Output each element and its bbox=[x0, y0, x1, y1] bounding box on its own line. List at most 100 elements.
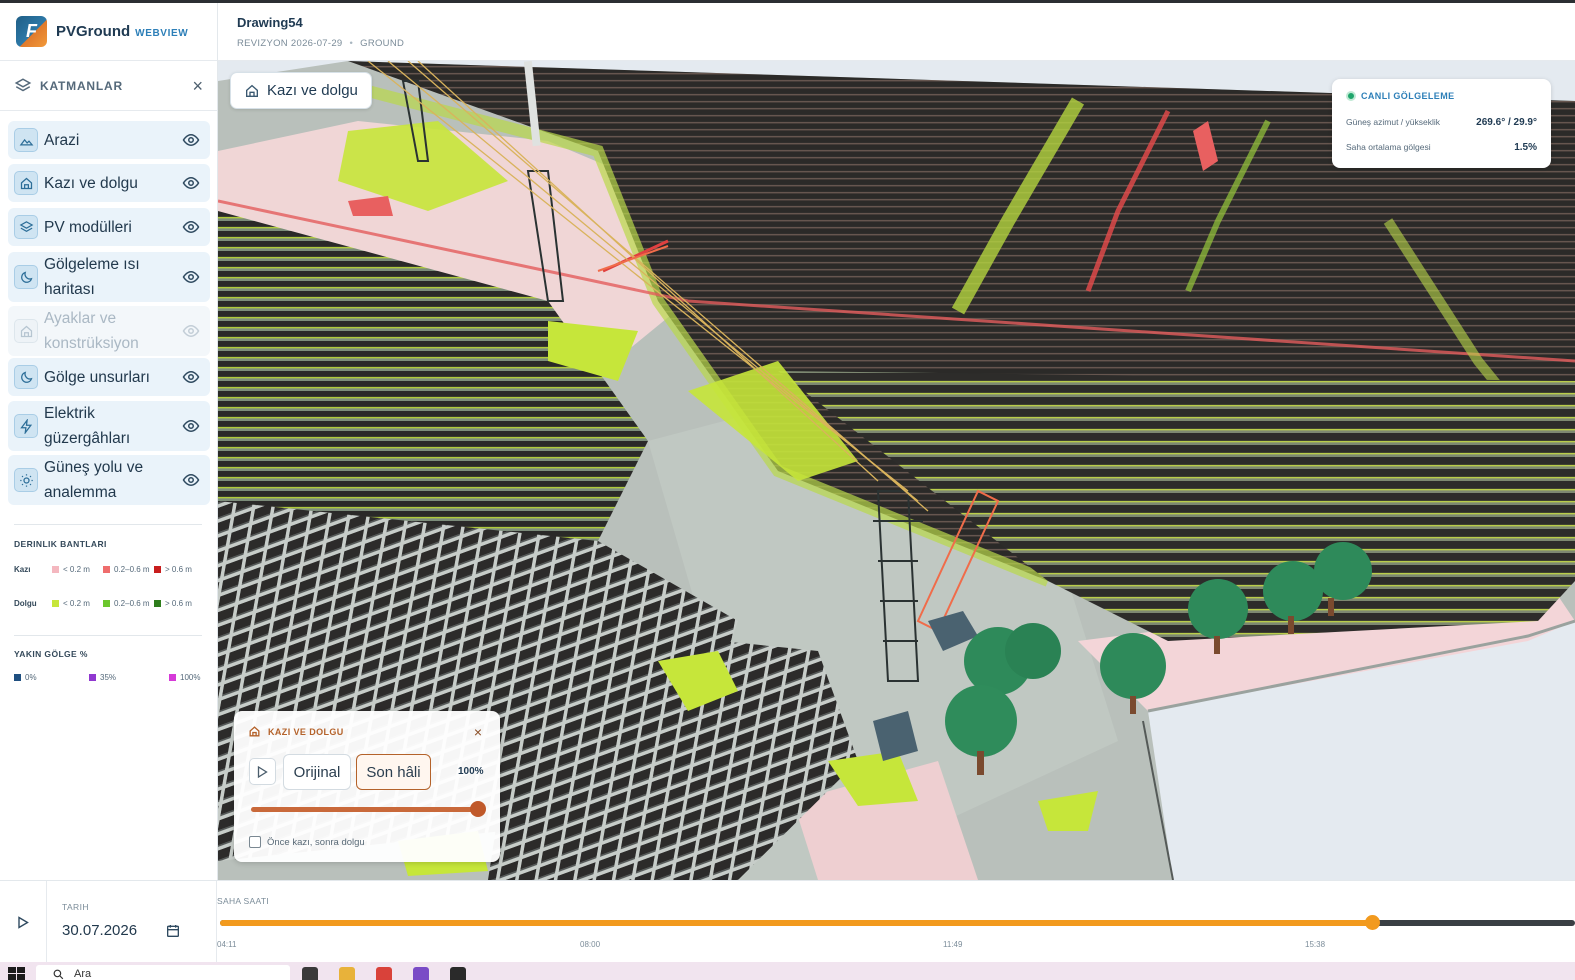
layer-item[interactable]: Kazı ve dolgu bbox=[8, 164, 210, 202]
legend-swatch bbox=[103, 600, 110, 607]
legend-item: < 0.2 m bbox=[52, 598, 103, 609]
average-shade-value: 1.5% bbox=[1514, 142, 1537, 153]
calendar-icon[interactable] bbox=[165, 923, 181, 939]
layer-item[interactable]: Ayaklar ve konstrüksiyon bbox=[8, 306, 210, 356]
eye-icon[interactable] bbox=[182, 131, 200, 149]
layer-label: Ayaklar ve konstrüksiyon bbox=[44, 310, 139, 352]
document-meta: REVIZYON 2026-07-29 • GROUND bbox=[237, 38, 404, 49]
legend-row-fill: Dolgu < 0.2 m 0.2–0.6 m > 0.6 m bbox=[14, 598, 205, 609]
active-layer-chip[interactable]: Kazı ve dolgu bbox=[230, 72, 372, 109]
play-icon bbox=[257, 765, 268, 778]
time-slider-fill bbox=[220, 920, 1372, 926]
cut-before-fill-option[interactable]: Önce kazı, sonra dolgu bbox=[249, 836, 365, 848]
legend-text: 0.2–0.6 m bbox=[114, 599, 150, 608]
cut-before-fill-checkbox[interactable] bbox=[249, 836, 261, 848]
sun-position-row: Güneş azimut / yükseklik 269.6° / 29.9° bbox=[1346, 117, 1537, 128]
sun-position-value: 269.6° / 29.9° bbox=[1476, 117, 1537, 128]
app-name: PVGround bbox=[56, 23, 131, 40]
time-tick: 11:49 bbox=[943, 940, 963, 949]
legend-swatch bbox=[154, 600, 161, 607]
layers-panel-header: KATMANLAR × bbox=[0, 61, 217, 111]
legend-swatch bbox=[103, 566, 110, 573]
moon-icon bbox=[14, 265, 38, 289]
legend-item: < 0.2 m bbox=[52, 564, 103, 575]
layer-item[interactable]: Güneş yolu ve analemma bbox=[8, 455, 210, 505]
brand: F PVGround WEBVIEW bbox=[0, 3, 217, 61]
original-state-button[interactable]: Orijinal bbox=[283, 754, 351, 790]
sidebar: F PVGround WEBVIEW KATMANLAR × Arazi Kazı… bbox=[0, 3, 218, 880]
sun-icon bbox=[14, 468, 38, 492]
timeline-play-button[interactable] bbox=[0, 881, 47, 963]
cut-fill-title: KAZI VE DOLGU bbox=[268, 726, 344, 737]
app-logo: F bbox=[16, 16, 47, 47]
layer-item[interactable]: Elektrik güzergâhları bbox=[8, 401, 210, 451]
legend-text: < 0.2 m bbox=[63, 565, 90, 574]
time-slider-handle[interactable] bbox=[1365, 915, 1380, 930]
home-icon bbox=[14, 319, 38, 343]
eye-icon[interactable] bbox=[182, 368, 200, 386]
time-tick: 15:38 bbox=[1305, 940, 1326, 949]
layer-item[interactable]: Gölgeleme ısı haritası bbox=[8, 252, 210, 302]
layer-label: Elektrik güzergâhları bbox=[44, 405, 131, 447]
live-indicator-icon bbox=[1346, 91, 1356, 101]
layer-label: PV modülleri bbox=[44, 218, 132, 236]
eye-icon[interactable] bbox=[182, 471, 200, 489]
windows-start-icon[interactable] bbox=[8, 967, 26, 980]
3d-viewport[interactable]: Kazı ve dolgu CANLI GÖLGELEME Güneş azim… bbox=[218, 61, 1575, 880]
layer-item[interactable]: Gölge unsurları bbox=[8, 358, 210, 396]
layer-label: Güneş yolu ve analemma bbox=[44, 459, 144, 501]
terrain-icon bbox=[14, 128, 38, 152]
chrome-icon[interactable] bbox=[376, 967, 392, 980]
eye-icon[interactable] bbox=[182, 417, 200, 435]
timeline-bar: TARIH 30.07.2026 SAHA SAATI 04:11 08:00 … bbox=[0, 880, 1575, 963]
legend-text: 100% bbox=[180, 673, 201, 682]
layer-label: Gölge unsurları bbox=[44, 368, 150, 386]
eye-icon[interactable] bbox=[182, 218, 200, 236]
legend-swatch bbox=[169, 674, 176, 681]
eye-icon[interactable] bbox=[182, 268, 200, 286]
layers-panel-title: KATMANLAR bbox=[40, 78, 123, 93]
eye-icon[interactable] bbox=[182, 322, 200, 340]
transition-slider-handle[interactable] bbox=[470, 801, 486, 817]
legend-row-cut: Kazı < 0.2 m 0.2–0.6 m > 0.6 m bbox=[14, 564, 205, 575]
layer-item[interactable]: PV modülleri bbox=[8, 208, 210, 246]
close-icon[interactable]: × bbox=[192, 77, 203, 95]
eye-icon[interactable] bbox=[182, 174, 200, 192]
divider bbox=[14, 635, 202, 636]
legend-swatch bbox=[89, 674, 96, 681]
app-suffix: WEBVIEW bbox=[135, 27, 189, 39]
layers-icon bbox=[14, 215, 38, 239]
visual-studio-icon[interactable] bbox=[413, 967, 429, 980]
home-icon bbox=[249, 726, 260, 737]
date-value[interactable]: 30.07.2026 bbox=[62, 922, 137, 939]
layers-icon bbox=[14, 77, 32, 91]
legend-item: 0.2–0.6 m bbox=[103, 598, 154, 609]
legend-swatch bbox=[52, 566, 59, 573]
legend-item: > 0.6 m bbox=[154, 564, 205, 575]
date-picker[interactable]: TARIH 30.07.2026 bbox=[47, 881, 217, 963]
depth-bands-title: DERINLIK BANTLARI bbox=[14, 539, 107, 549]
legend-item: 100% bbox=[169, 672, 209, 683]
legend-text: 35% bbox=[100, 673, 117, 682]
mode-label: GROUND bbox=[360, 38, 405, 49]
near-shade-title: YAKIN GÖLGE % bbox=[14, 649, 88, 659]
final-state-button[interactable]: Son hâli bbox=[356, 754, 431, 790]
live-shading-title: CANLI GÖLGELEME bbox=[1361, 91, 1455, 101]
file-explorer-icon[interactable] bbox=[339, 967, 355, 980]
play-button[interactable] bbox=[249, 758, 276, 785]
taskbar-search[interactable]: Ara bbox=[36, 965, 290, 980]
site-time-label: SAHA SAATI bbox=[217, 896, 269, 906]
legend-row-label: Kazı bbox=[14, 565, 31, 574]
layer-label: Kazı ve dolgu bbox=[44, 174, 138, 192]
taskbar-search-text: Ara bbox=[74, 968, 92, 980]
live-shading-title-row: CANLI GÖLGELEME bbox=[1346, 91, 1537, 101]
transition-percent: 100% bbox=[458, 766, 484, 777]
layer-item[interactable]: Arazi bbox=[8, 121, 210, 159]
task-view-icon[interactable] bbox=[302, 967, 318, 980]
app-icon[interactable] bbox=[450, 967, 466, 980]
close-icon[interactable]: × bbox=[474, 724, 482, 740]
document-title: Drawing54 bbox=[237, 15, 303, 30]
legend-item: 0% bbox=[14, 672, 89, 683]
bolt-icon bbox=[14, 414, 38, 438]
transition-slider-track[interactable] bbox=[251, 807, 481, 812]
